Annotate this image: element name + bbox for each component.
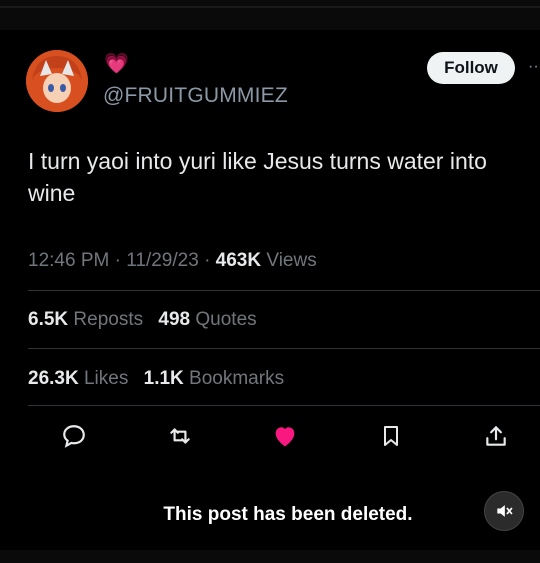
likes-stat[interactable]: 26.3K Likes (28, 368, 134, 389)
mute-button[interactable] (484, 491, 524, 531)
bookmarks-stat[interactable]: 1.1K Bookmarks (144, 368, 284, 389)
more-options-icon[interactable]: ·· (528, 58, 539, 76)
author-handle[interactable]: @FRUITGUMMIEZ (103, 84, 288, 108)
tweet-meta: 12:46 PM · 11/29/23 · 463K Views (28, 250, 317, 272)
meta-separator: · (114, 250, 127, 271)
top-bar (0, 0, 540, 30)
meta-separator: · (204, 250, 216, 271)
quotes-label: Quotes (195, 309, 257, 330)
speaker-muted-icon (497, 505, 513, 517)
views-label: Views (266, 250, 317, 271)
heart-emoji-icon: 💗 (104, 53, 129, 75)
views-count: 463K (215, 250, 262, 271)
deleted-notice: This post has been deleted. (163, 504, 413, 525)
likes-count: 26.3K (28, 368, 79, 389)
bookmarks-count: 1.1K (143, 368, 184, 389)
reposts-count: 6.5K (28, 309, 69, 330)
quotes-count: 498 (158, 309, 191, 330)
bookmarks-label: Bookmarks (189, 368, 285, 389)
repost-icon[interactable] (166, 422, 194, 450)
tweet-time[interactable]: 12:46 PM (28, 250, 109, 271)
divider (28, 348, 540, 349)
quotes-stat[interactable]: 498 Quotes (158, 309, 256, 330)
like-icon[interactable] (271, 422, 299, 450)
divider (28, 405, 540, 406)
follow-button[interactable]: Follow (427, 52, 515, 84)
avatar[interactable] (26, 50, 88, 112)
share-icon[interactable] (482, 422, 510, 450)
likes-bookmarks-row: 26.3K Likes 1.1K Bookmarks (28, 368, 294, 390)
reposts-label: Reposts (73, 309, 144, 330)
likes-label: Likes (83, 368, 129, 389)
divider (28, 290, 540, 291)
bookmark-icon[interactable] (377, 422, 405, 450)
reposts-quotes-row: 6.5K Reposts 498 Quotes (28, 309, 267, 331)
action-bar (60, 418, 510, 454)
tweet-text: I turn yaoi into yuri like Jesus turns w… (28, 148, 487, 206)
tweet-date[interactable]: 11/29/23 (126, 250, 199, 271)
reposts-stat[interactable]: 6.5K Reposts (28, 309, 148, 330)
bottom-bar (0, 550, 540, 563)
avatar-image (26, 50, 88, 112)
reply-icon[interactable] (60, 422, 88, 450)
top-divider (0, 6, 540, 8)
